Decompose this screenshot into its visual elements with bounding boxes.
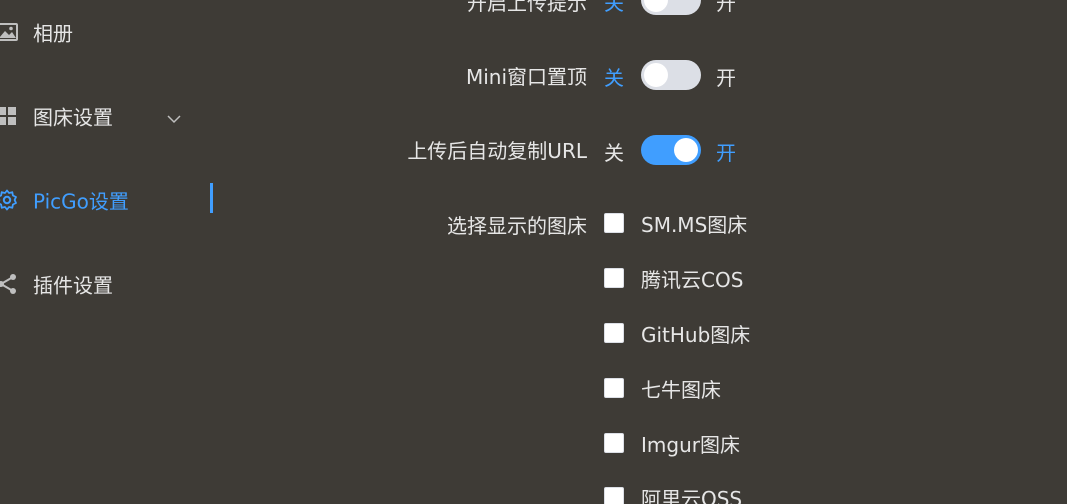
- picbed-option-tcyun[interactable]: 腾讯云COS: [604, 265, 744, 292]
- option-label: SM.MS图床: [641, 212, 748, 237]
- active-indicator: [210, 183, 213, 213]
- sidebar: 相册 图床设置 PicGo设置 插件设置: [0, 0, 215, 504]
- option-label: GitHub图床: [641, 322, 751, 347]
- sidebar-item-label: 图床设置: [33, 105, 113, 130]
- checkbox[interactable]: [604, 487, 624, 504]
- checkbox[interactable]: [604, 378, 624, 398]
- chevron-down-icon: [166, 108, 182, 124]
- checkbox[interactable]: [604, 433, 624, 453]
- sidebar-item-picbed-settings[interactable]: 图床设置: [0, 96, 215, 136]
- mini-top-on-text: 开: [716, 66, 736, 90]
- checkbox[interactable]: [604, 268, 624, 288]
- switch-knob: [644, 63, 668, 87]
- grid-icon: [0, 105, 18, 127]
- option-label: Imgur图床: [641, 432, 740, 457]
- option-label: 七牛图床: [641, 377, 721, 402]
- checkbox[interactable]: [604, 213, 624, 233]
- picgo-settings-window: 相册 图床设置 PicGo设置 插件设置 开启上传提示 关 开 Mini窗口置顶…: [0, 0, 1067, 504]
- sidebar-item-label: 相册: [33, 21, 73, 46]
- upload-notice-on-text: 开: [716, 0, 736, 15]
- picbed-option-smms[interactable]: SM.MS图床: [604, 210, 748, 237]
- sidebar-item-album[interactable]: 相册: [0, 12, 215, 52]
- picbed-option-github[interactable]: GitHub图床: [604, 320, 751, 347]
- picbed-option-imgur[interactable]: Imgur图床: [604, 430, 740, 457]
- sidebar-item-picgo-settings[interactable]: PicGo设置: [0, 180, 215, 220]
- sidebar-item-label: 插件设置: [33, 273, 113, 298]
- sidebar-item-plugin-settings[interactable]: 插件设置: [0, 264, 215, 304]
- image-icon: [0, 21, 18, 43]
- picbed-option-aliyun[interactable]: 阿里云OSS: [604, 484, 742, 504]
- upload-notice-switch[interactable]: [641, 0, 701, 15]
- auto-copy-label: 上传后自动复制URL: [407, 139, 587, 163]
- mini-top-switch[interactable]: [641, 60, 701, 90]
- upload-notice-label: 开启上传提示: [467, 0, 587, 15]
- option-label: 腾讯云COS: [641, 267, 744, 292]
- auto-copy-switch[interactable]: [641, 135, 701, 165]
- auto-copy-off-text: 关: [604, 141, 624, 165]
- switch-knob: [644, 0, 668, 12]
- checkbox[interactable]: [604, 323, 624, 343]
- upload-notice-off-text: 关: [604, 0, 624, 15]
- mini-top-label: Mini窗口置顶: [465, 65, 587, 89]
- picbed-option-qiniu[interactable]: 七牛图床: [604, 375, 721, 402]
- auto-copy-on-text: 开: [716, 141, 736, 165]
- gear-icon: [0, 189, 18, 211]
- option-label: 阿里云OSS: [641, 486, 743, 504]
- share-icon: [0, 273, 18, 295]
- mini-top-off-text: 关: [604, 66, 624, 90]
- sidebar-item-label: PicGo设置: [33, 189, 129, 214]
- show-hosts-label: 选择显示的图床: [447, 214, 587, 238]
- switch-knob: [674, 138, 698, 162]
